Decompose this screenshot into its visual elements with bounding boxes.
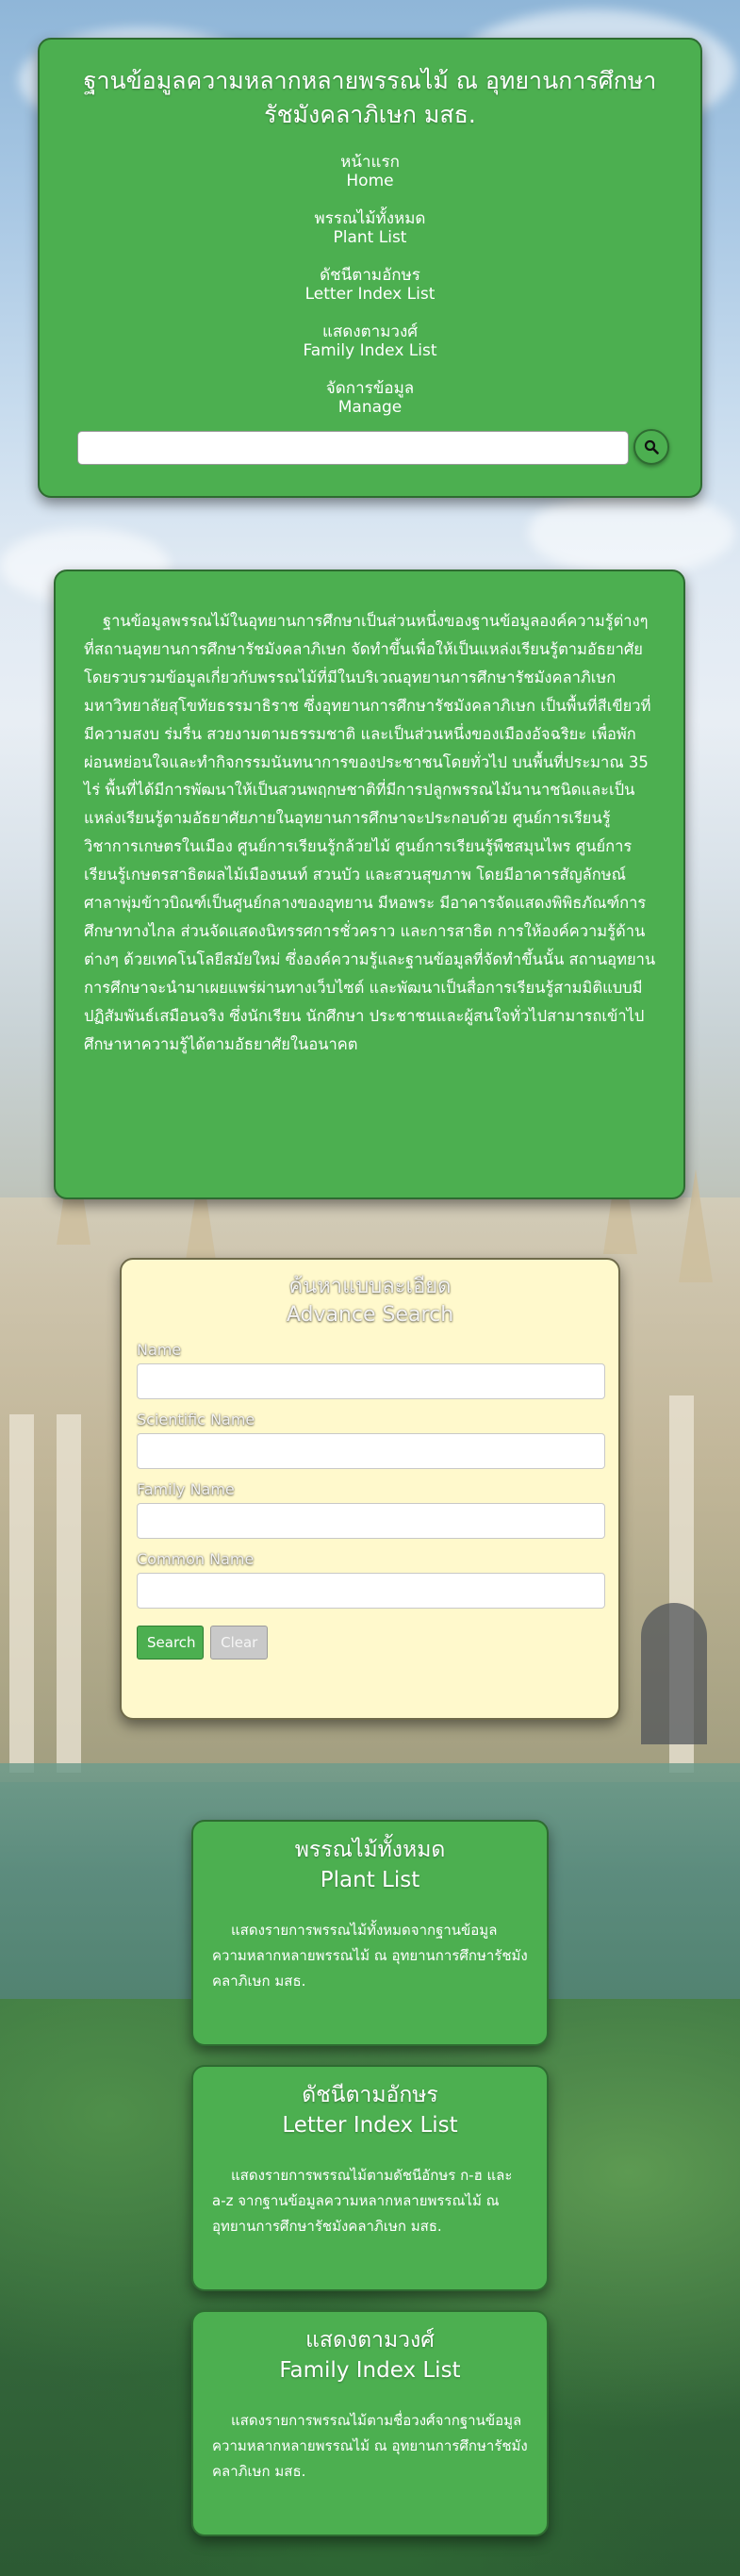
site-title: ฐานข้อมูลความหลากหลายพรรณไม้ ณ อุทยานการ… (83, 67, 657, 128)
nav-item-manage-en: Manage (337, 398, 403, 417)
plant-list-card-title-en: Plant List (320, 1868, 420, 1892)
nav-item-home-thai: หน้าแรก (340, 153, 400, 172)
nav-item-letter-index-thai: ดัชนีตามอักษร (320, 266, 420, 285)
search-row (77, 429, 669, 467)
scientific-name-label: Scientific Name (137, 1411, 255, 1428)
letter-index-card-title-en: Letter Index List (282, 2113, 458, 2138)
advance-search-card: ค้นหาแบบละเอียด Advance Search Name Scie… (120, 1258, 620, 1720)
advance-search-title-en: Advance Search (286, 1303, 454, 1327)
letter-index-card[interactable]: ดัชนีตามอักษร Letter Index List แสดงรายก… (191, 2065, 549, 2291)
main-nav: หน้าแรก Home พรรณไม้ทั้งหมด Plant List ด… (40, 153, 700, 417)
search-button[interactable] (633, 429, 669, 465)
letter-index-card-title-thai: ดัชนีตามอักษร (302, 2083, 438, 2107)
magnifier-icon (644, 439, 659, 454)
name-input[interactable] (137, 1363, 605, 1399)
nav-item-home[interactable]: หน้าแรก Home (40, 153, 700, 190)
letter-index-card-title: ดัชนีตามอักษร Letter Index List (212, 2080, 528, 2140)
name-label: Name (137, 1341, 182, 1359)
header-card: ฐานข้อมูลความหลากหลายพรรณไม้ ณ อุทยานการ… (38, 38, 702, 498)
common-name-label: Common Name (137, 1550, 255, 1568)
nav-item-letter-index-en: Letter Index List (304, 285, 436, 304)
family-index-card-desc: แสดงรายการพรรณไม้ตามชื่อวงศ์จากฐานข้อมูล… (212, 2412, 528, 2480)
nav-item-home-en: Home (346, 172, 394, 190)
letter-index-card-desc: แสดงรายการพรรณไม้ตามดัชนีอักษร ก-ฮ และ a… (212, 2167, 513, 2235)
search-input[interactable] (77, 431, 629, 465)
nav-item-plant-list-en: Plant List (333, 228, 407, 247)
intro-card: ฐานข้อมูลพรรณไม้ในอุทยานการศึกษาเป็นส่วน… (54, 570, 685, 1199)
family-name-input[interactable] (137, 1503, 605, 1539)
nav-item-plant-list-thai: พรรณไม้ทั้งหมด (314, 209, 426, 228)
advance-search-title-thai: ค้นหาแบบละเอียด (288, 1275, 452, 1298)
nav-item-letter-index[interactable]: ดัชนีตามอักษร Letter Index List (40, 266, 700, 304)
plant-list-card-title: พรรณไม้ทั้งหมด Plant List (212, 1835, 528, 1895)
advance-search-buttons: Search Clear (137, 1626, 603, 1660)
family-index-card-title-en: Family Index List (279, 2358, 461, 2383)
family-index-card-title: แสดงตามวงศ์ Family Index List (212, 2325, 528, 2386)
nav-item-family-index-thai: แสดงตามวงศ์ (321, 322, 419, 341)
advance-search-title: ค้นหาแบบละเอียด Advance Search (137, 1273, 603, 1329)
intro-text: ฐานข้อมูลพรรณไม้ในอุทยานการศึกษาเป็นส่วน… (84, 612, 656, 1053)
plant-list-card[interactable]: พรรณไม้ทั้งหมด Plant List แสดงรายการพรรณ… (191, 1820, 549, 2046)
advance-search-button[interactable]: Search (137, 1626, 204, 1660)
nav-item-plant-list[interactable]: พรรณไม้ทั้งหมด Plant List (40, 209, 700, 247)
nav-item-family-index-en: Family Index List (303, 341, 437, 360)
nav-item-family-index[interactable]: แสดงตามวงศ์ Family Index List (40, 322, 700, 360)
common-name-input[interactable] (137, 1573, 605, 1609)
family-name-label: Family Name (137, 1480, 235, 1498)
nav-item-manage-thai: จัดการข้อมูล (325, 379, 415, 398)
nav-item-manage[interactable]: จัดการข้อมูล Manage (40, 379, 700, 417)
family-index-card[interactable]: แสดงตามวงศ์ Family Index List แสดงรายการ… (191, 2310, 549, 2536)
scientific-name-input[interactable] (137, 1433, 605, 1469)
family-index-card-title-thai: แสดงตามวงศ์ (305, 2328, 435, 2353)
clear-button[interactable]: Clear (210, 1626, 269, 1660)
plant-list-card-title-thai: พรรณไม้ทั้งหมด (294, 1838, 446, 1862)
plant-list-card-desc: แสดงรายการพรรณไม้ทั้งหมดจากฐานข้อมูลความ… (212, 1922, 528, 1990)
